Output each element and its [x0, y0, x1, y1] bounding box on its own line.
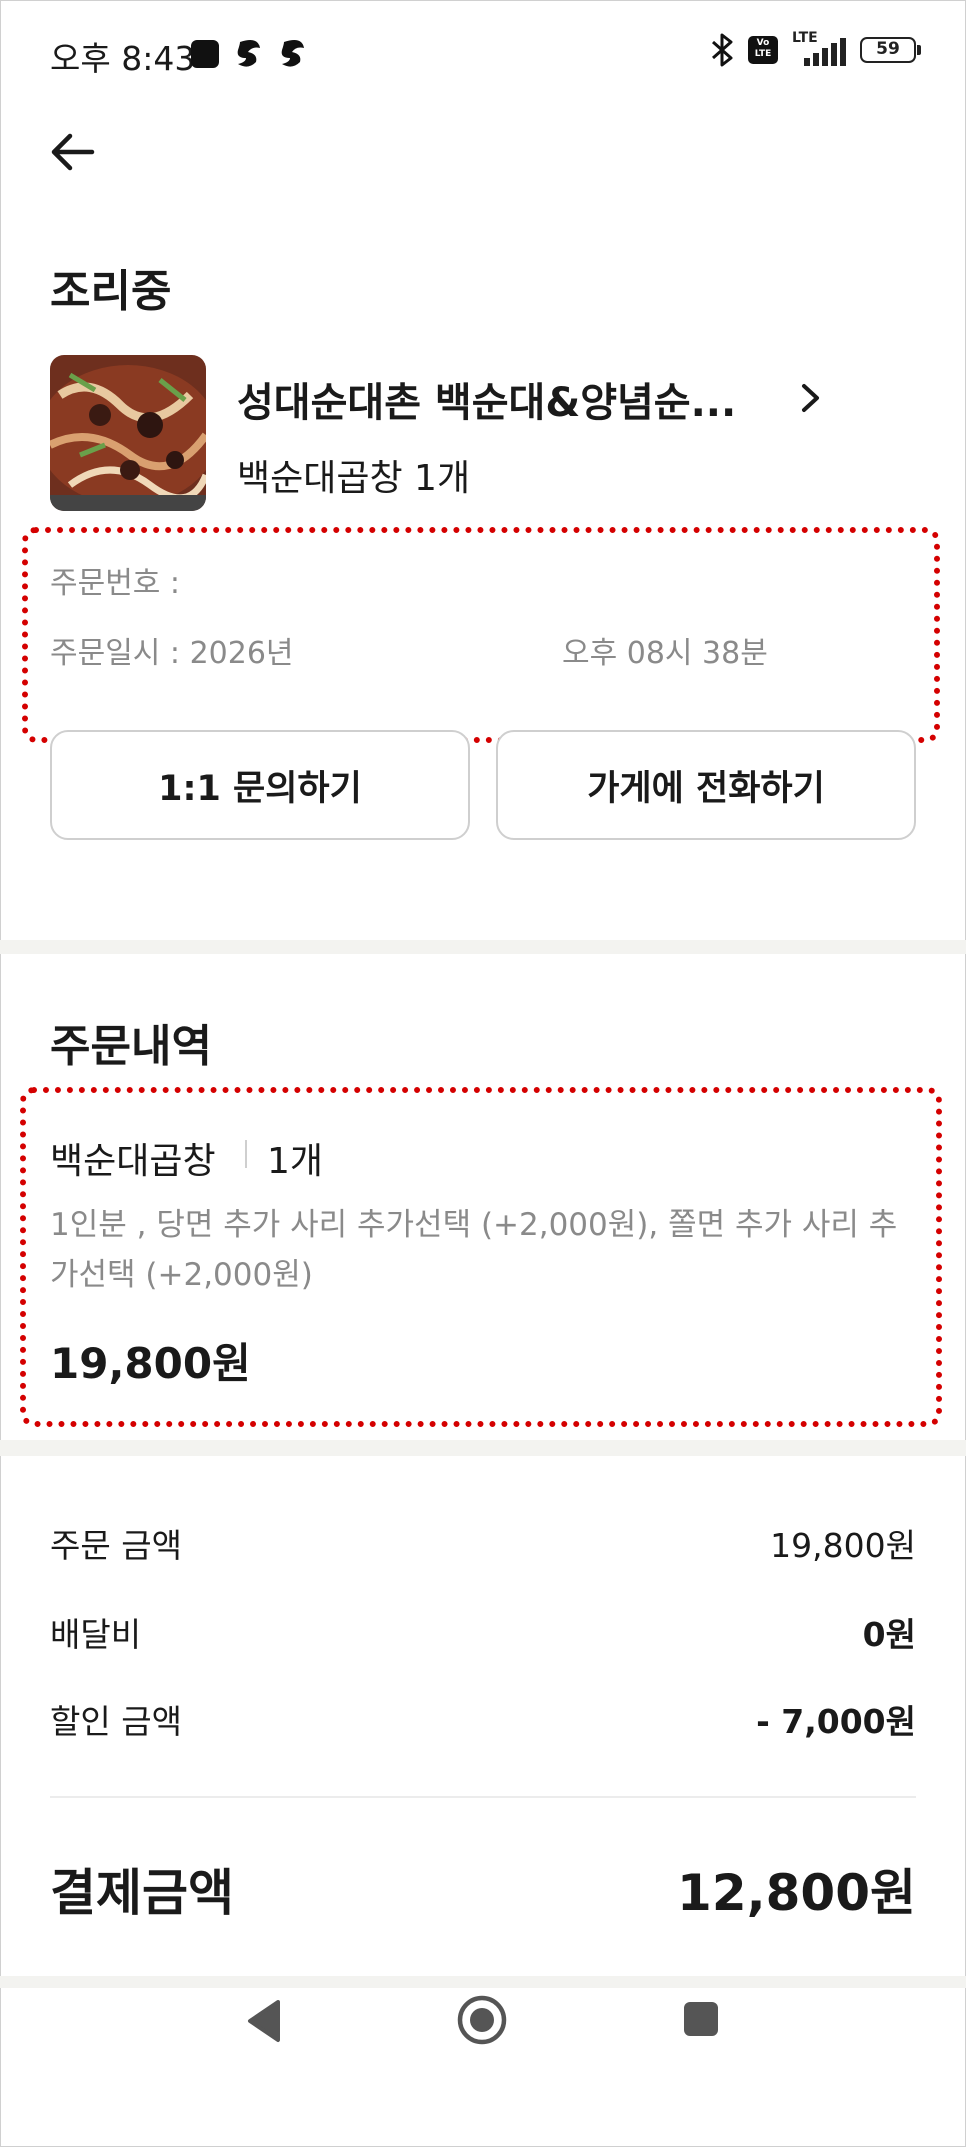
nav-recents-icon[interactable] [682, 2000, 720, 2038]
status-right-icons: Vo LTE LTE 59 [710, 30, 921, 70]
discount-label: 할인 금액 [50, 1702, 182, 1741]
delivery-fee-label: 배달비 [50, 1615, 142, 1654]
food-thumbnail[interactable] [50, 355, 206, 511]
order-amount-label: 주문 금액 [50, 1526, 182, 1565]
menu-item-qty: 1개 [267, 1141, 324, 1182]
status-time: 오후 8:43 [50, 39, 196, 78]
order-items-summary: 백순대곱창 1개 [237, 458, 471, 499]
total-label: 결제금액 [50, 1864, 234, 1922]
battery-icon: 59 [860, 37, 921, 63]
status-bar: 오후 8:43 Vo LTE LTE 59 [0, 0, 966, 110]
store-name[interactable]: 성대순대촌 백순대&양념순... [237, 370, 757, 428]
discount-value: - 7,000원 [756, 1702, 916, 1741]
section-divider-2 [0, 1440, 966, 1456]
chevron-right-icon[interactable] [795, 378, 827, 418]
order-amount-value: 19,800원 [770, 1526, 916, 1565]
delivery-fee-value: 0원 [862, 1615, 916, 1654]
signal-icon: LTE [790, 30, 848, 70]
total-value: 12,800원 [677, 1864, 916, 1922]
menu-item-separator [245, 1140, 247, 1168]
bottom-divider [0, 1976, 966, 1988]
order-status-title: 조리중 [50, 266, 172, 317]
menu-item-name: 백순대곱창 [50, 1141, 216, 1182]
bluetooth-icon [712, 33, 733, 67]
threads-notification-icon [237, 40, 260, 67]
signal-bars [804, 38, 846, 66]
volte-badge: Vo LTE [748, 36, 778, 64]
back-arrow-icon[interactable] [46, 128, 102, 176]
order-time: 오후 08시 38분 [562, 636, 768, 671]
threads-notification-icon-2 [281, 40, 304, 67]
summary-divider [50, 1796, 916, 1798]
menu-item-price: 19,800원 [50, 1339, 251, 1388]
nav-home-icon[interactable] [456, 1994, 508, 2046]
nav-back-icon[interactable] [244, 1998, 284, 2044]
call-store-button[interactable]: 가게에 전화하기 [496, 730, 916, 840]
inquiry-button[interactable]: 1:1 문의하기 [50, 730, 470, 840]
order-date-label: 주문일시 : 2026년 [50, 636, 294, 671]
menu-item-options: 1인분 , 당면 추가 사리 추가선택 (+2,000원), 쫄면 추가 사리 … [50, 1207, 898, 1293]
section-divider [0, 940, 966, 954]
order-details-title: 주문내역 [50, 1021, 212, 1072]
order-number-label: 주문번호 : [50, 566, 181, 601]
notification-app-icon [191, 40, 219, 68]
